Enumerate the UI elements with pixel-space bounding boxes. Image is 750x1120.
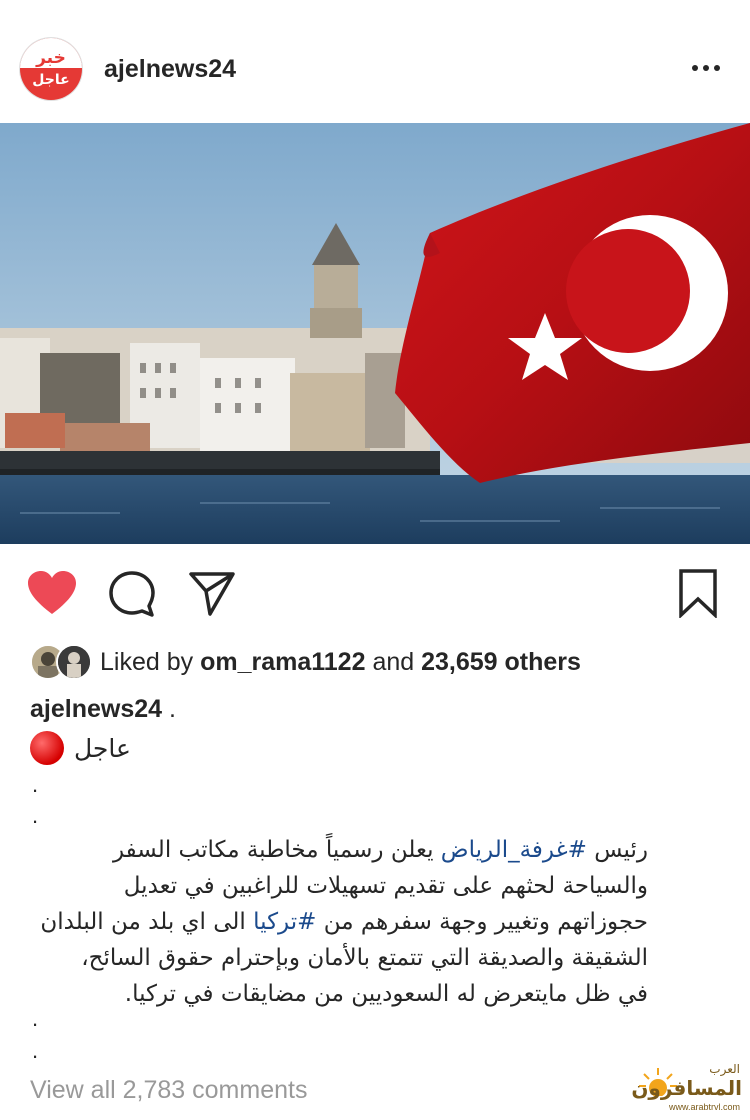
watermark-line-2: المسافرون (631, 1076, 742, 1100)
caption-username-suffix: . (168, 695, 176, 723)
likes-connector: and (372, 647, 415, 676)
action-bar (0, 560, 750, 620)
hashtag-link[interactable]: #تركيا (253, 909, 316, 935)
caption-ajel-line: عاجل (30, 730, 131, 766)
caption-username[interactable]: ajelnews24 (30, 695, 162, 723)
comment-icon[interactable] (108, 570, 156, 618)
caption-header: ajelnews24 . (30, 695, 176, 724)
view-all-comments-link[interactable]: View all 2,783 comments (30, 1076, 307, 1105)
watermark-line-3: www.arabtrvl.com (668, 1102, 740, 1112)
likes-count[interactable]: 23,659 others (421, 648, 581, 676)
account-avatar[interactable]: خبر عاجل (20, 38, 82, 100)
caption-body: رئيس #غرفة_الرياض يعلن رسمياً مخاطبة مكا… (24, 832, 648, 1012)
post-image[interactable] (0, 123, 750, 544)
like-heart-icon[interactable] (26, 570, 78, 616)
send-icon[interactable] (188, 570, 236, 616)
bookmark-icon[interactable] (678, 568, 718, 618)
caption-ajel: عاجل (74, 733, 131, 763)
likes-user[interactable]: om_rama1122 (200, 648, 365, 676)
likes-prefix: Liked by (100, 647, 194, 676)
likes-text: Liked by om_rama1122 and 23,659 others (100, 648, 581, 677)
red-circle-icon (30, 731, 64, 765)
likes-row[interactable]: Liked by om_rama1122 and 23,659 others (30, 644, 581, 680)
account-username[interactable]: ajelnews24 (104, 55, 236, 84)
caption-line-3: حجوزاتهم وتغيير وجهة سفرهم من #تركيا الى… (40, 909, 648, 935)
caption-line-4: الشقيقة والصديقة التي تتمتع بالأمان وبإح… (81, 945, 648, 971)
avatar-text-top: خبر (36, 48, 66, 68)
watermark-line-1: العرب (709, 1062, 740, 1076)
watermark-logo: العرب المسافرون www.arabtrvl.com (631, 1058, 746, 1116)
liker-avatar (56, 644, 92, 680)
caption-line-2: والسياحة لحثهم على تقديم تسهيلات للراغبي… (123, 873, 648, 899)
caption-line-1: رئيس #غرفة_الرياض يعلن رسمياً مخاطبة مكا… (112, 837, 648, 863)
istanbul-flag-photo (0, 123, 750, 544)
hashtag-link[interactable]: #غرفة_الرياض (441, 837, 587, 863)
caption-dot: . (32, 772, 39, 797)
post-header: خبر عاجل ajelnews24 (0, 0, 750, 122)
caption-line-5: في ظل مايتعرض له السعوديين من مضايقات في… (124, 981, 648, 1007)
caption-dot: . (32, 803, 39, 828)
caption-dot: . (32, 1038, 39, 1063)
avatar-text-bottom: عاجل (32, 72, 70, 88)
caption-dot: . (32, 1006, 39, 1031)
more-options-icon[interactable] (688, 58, 724, 78)
